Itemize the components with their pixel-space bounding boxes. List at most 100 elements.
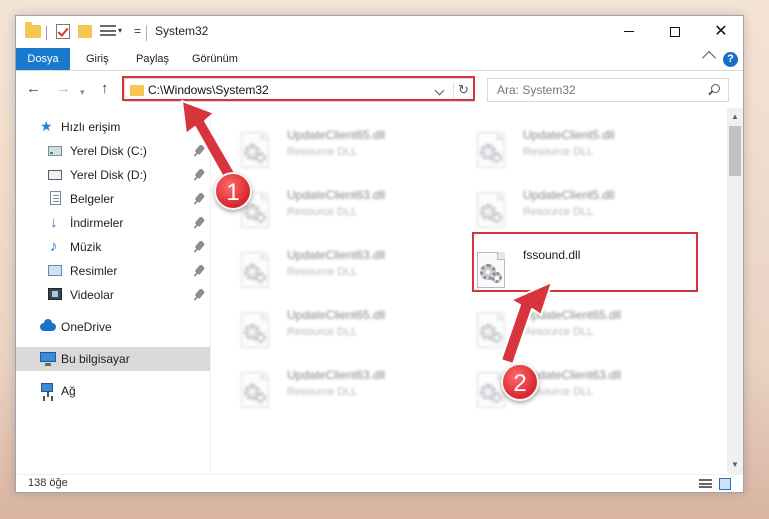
file-type: Resource DLL bbox=[523, 326, 594, 338]
details-view-icon[interactable] bbox=[699, 479, 712, 489]
up-arrow-icon[interactable]: ↑ bbox=[101, 81, 109, 97]
quick-access-dropdown-icon[interactable]: ▾ bbox=[118, 26, 122, 44]
gear-icon bbox=[491, 152, 502, 163]
pin-icon[interactable] bbox=[194, 216, 206, 227]
pin-icon[interactable] bbox=[194, 144, 206, 155]
search-input[interactable]: Ara: System32 bbox=[497, 83, 576, 97]
pin-icon[interactable] bbox=[194, 240, 206, 251]
sidebar-item-network[interactable]: Ağ bbox=[16, 379, 210, 403]
file-item[interactable]: UpdateClient65.dll Resource DLL bbox=[453, 304, 663, 354]
sidebar-item-local-disk-c[interactable]: Yerel Disk (C:) bbox=[16, 139, 210, 163]
sidebar-item-documents[interactable]: Belgeler bbox=[16, 187, 210, 211]
file-item[interactable]: UpdateClient5.dll Resource DLL bbox=[453, 184, 663, 234]
dll-gear-icon bbox=[477, 312, 509, 350]
gear-icon bbox=[255, 152, 266, 163]
folder-icon bbox=[25, 22, 41, 38]
pin-icon[interactable] bbox=[194, 288, 206, 299]
file-highlight bbox=[472, 232, 698, 292]
videos-icon bbox=[48, 288, 62, 300]
navigation-pane: ★ Hızlı erişim Yerel Disk (C:) Yerel Dis… bbox=[16, 108, 210, 474]
file-item[interactable]: UpdateClient63.dll Resource DLL bbox=[453, 364, 663, 414]
scrollbar-thumb[interactable] bbox=[729, 126, 741, 176]
pictures-icon bbox=[48, 265, 62, 276]
sidebar-item-music[interactable]: ♪ Müzik bbox=[16, 235, 210, 259]
toolbar-separator bbox=[46, 26, 47, 40]
quick-access-star-icon: ★ bbox=[40, 118, 53, 134]
window-title: System32 bbox=[155, 24, 209, 38]
sidebar-item-label: Ağ bbox=[61, 384, 76, 398]
file-type: Resource DLL bbox=[523, 146, 594, 158]
pin-icon[interactable] bbox=[194, 192, 206, 203]
sidebar-item-label: Hızlı erişim bbox=[61, 120, 121, 134]
scroll-down-arrow-icon[interactable]: ▼ bbox=[731, 460, 739, 469]
file-type: Resource DLL bbox=[287, 206, 358, 218]
sidebar-item-label: Müzik bbox=[70, 240, 102, 254]
tab-file[interactable]: Dosya bbox=[16, 48, 70, 70]
close-icon: ✕ bbox=[714, 22, 728, 40]
file-name: UpdateClient63.dll bbox=[287, 188, 386, 202]
address-bar-highlight bbox=[122, 76, 475, 101]
sidebar-item-onedrive[interactable]: OneDrive bbox=[16, 315, 210, 339]
tab-home[interactable]: Giriş bbox=[76, 48, 119, 70]
sidebar-item-videos[interactable]: Videolar bbox=[16, 283, 210, 307]
sidebar-item-quick-access[interactable]: ★ Hızlı erişim bbox=[16, 115, 210, 139]
tab-view[interactable]: Görünüm bbox=[182, 48, 248, 70]
pin-icon[interactable] bbox=[194, 264, 206, 275]
help-icon[interactable]: ? bbox=[723, 52, 738, 67]
new-folder-icon[interactable] bbox=[78, 25, 92, 38]
file-name: UpdateClient65.dll bbox=[287, 308, 386, 322]
ribbon-tabs: Dosya Giriş Paylaş Görünüm ? bbox=[16, 48, 743, 71]
sidebar-item-label: Bu bilgisayar bbox=[61, 352, 130, 366]
sidebar-item-label: Yerel Disk (C:) bbox=[70, 144, 147, 158]
file-type: Resource DLL bbox=[287, 266, 358, 278]
file-fold-icon bbox=[261, 372, 269, 380]
properties-list-icon[interactable] bbox=[100, 25, 116, 39]
file-fold-icon bbox=[261, 132, 269, 140]
properties-check-icon[interactable] bbox=[56, 24, 70, 39]
search-icon[interactable] bbox=[711, 84, 720, 93]
step-badge-1: 1 bbox=[214, 172, 252, 210]
file-type: Resource DLL bbox=[523, 206, 594, 218]
file-item[interactable]: UpdateClient63.dll Resource DLL bbox=[217, 244, 427, 294]
music-icon: ♪ bbox=[50, 238, 58, 255]
sidebar-item-label: OneDrive bbox=[61, 320, 112, 334]
sidebar-item-downloads[interactable]: ↓ İndirmeler bbox=[16, 211, 210, 235]
gear-icon bbox=[255, 332, 266, 343]
sidebar-item-label: Resimler bbox=[70, 264, 118, 278]
maximize-button[interactable] bbox=[652, 16, 698, 47]
sidebar-item-local-disk-d[interactable]: Yerel Disk (D:) bbox=[16, 163, 210, 187]
minimize-button[interactable] bbox=[606, 16, 652, 47]
expand-ribbon-chevron-icon[interactable] bbox=[701, 50, 717, 66]
file-name: UpdateClient65.dll bbox=[287, 128, 386, 142]
pin-icon[interactable] bbox=[194, 168, 206, 179]
file-item[interactable]: UpdateClient63.dll Resource DLL bbox=[217, 364, 427, 414]
step-badge-2: 2 bbox=[501, 363, 539, 401]
back-arrow-icon[interactable]: ← bbox=[26, 81, 41, 97]
file-name: UpdateClient5.dll bbox=[523, 188, 615, 202]
vertical-scrollbar[interactable]: ▲ ▼ bbox=[727, 108, 743, 474]
file-item[interactable]: UpdateClient65.dll Resource DLL bbox=[217, 304, 427, 354]
local-disk-icon bbox=[48, 146, 62, 156]
dll-gear-icon bbox=[241, 132, 273, 170]
close-button[interactable]: ✕ bbox=[698, 16, 743, 47]
large-icons-view-icon[interactable] bbox=[719, 478, 731, 490]
dll-gear-icon bbox=[241, 252, 273, 290]
recent-locations-dropdown-icon[interactable]: ▾ bbox=[80, 84, 85, 100]
file-fold-icon bbox=[261, 252, 269, 260]
search-box[interactable]: Ara: System32 bbox=[487, 78, 729, 102]
forward-arrow-icon[interactable]: → bbox=[56, 81, 71, 97]
gear-icon bbox=[491, 332, 502, 343]
customize-toolbar-icon[interactable]: = bbox=[134, 24, 141, 42]
tab-share[interactable]: Paylaş bbox=[126, 48, 179, 70]
file-name: UpdateClient65.dll bbox=[523, 308, 622, 322]
local-disk-icon bbox=[48, 170, 62, 180]
file-item[interactable]: UpdateClient65.dll Resource DLL bbox=[217, 124, 427, 174]
file-fold-icon bbox=[261, 192, 269, 200]
this-pc-icon bbox=[40, 352, 56, 366]
sidebar-item-this-pc[interactable]: Bu bilgisayar bbox=[16, 347, 210, 371]
sidebar-item-label: Videolar bbox=[70, 288, 114, 302]
maximize-icon bbox=[670, 26, 680, 37]
sidebar-item-pictures[interactable]: Resimler bbox=[16, 259, 210, 283]
file-item[interactable]: UpdateClient5.dll Resource DLL bbox=[453, 124, 663, 174]
scroll-up-arrow-icon[interactable]: ▲ bbox=[731, 112, 739, 121]
